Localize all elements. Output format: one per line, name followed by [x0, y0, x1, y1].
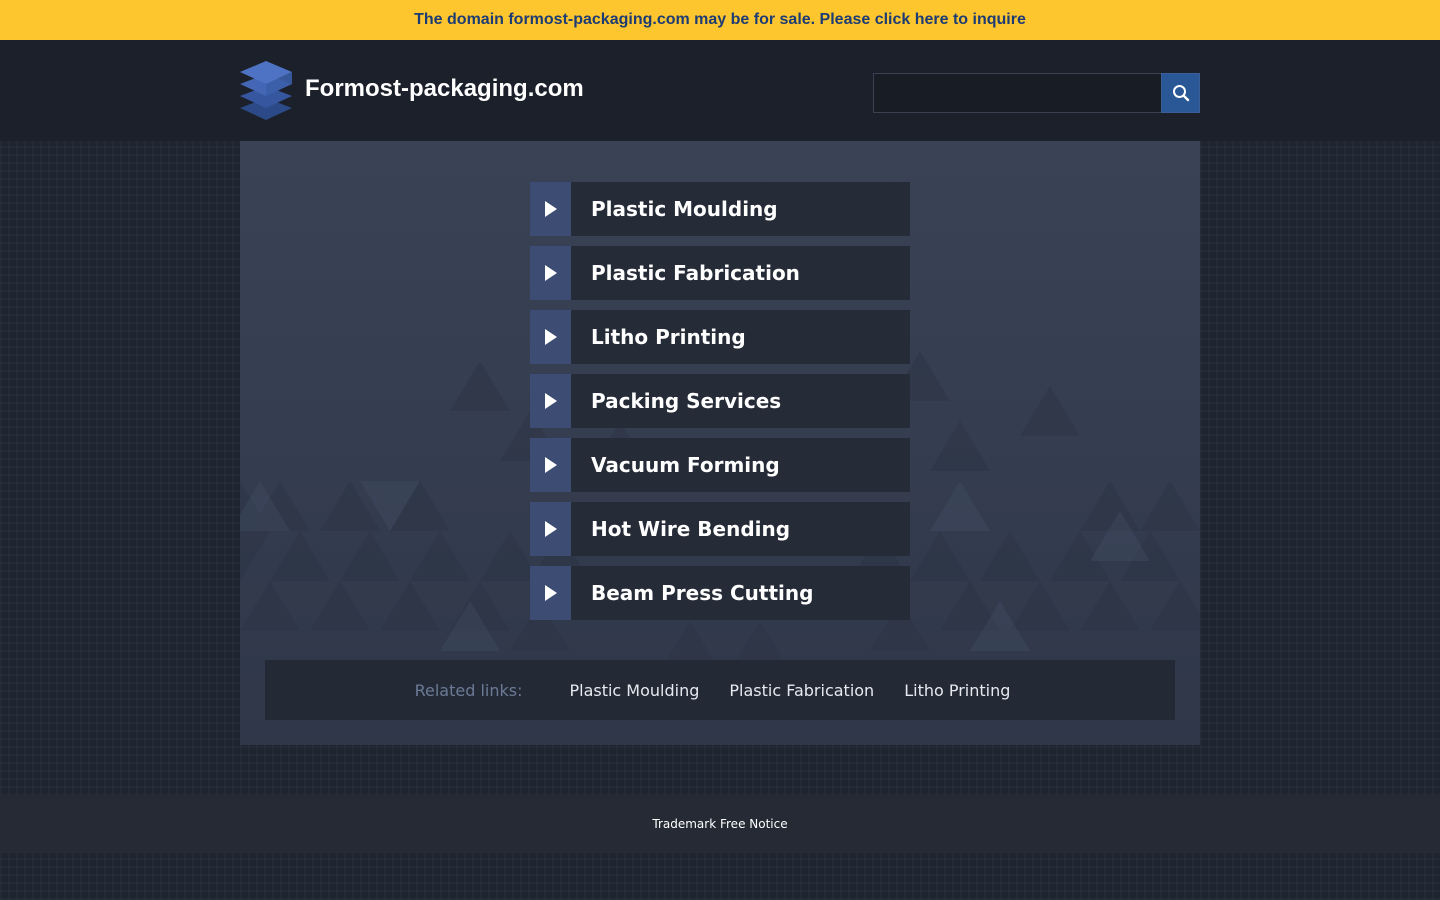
link-list: Plastic Moulding Plastic Fabrication Lit…	[530, 182, 910, 630]
link-item-packing-services[interactable]: Packing Services	[530, 374, 910, 428]
site-name[interactable]: Formost-packaging.com	[305, 75, 584, 103]
arrow-box	[530, 182, 571, 236]
link-label[interactable]: Beam Press Cutting	[571, 566, 910, 620]
sale-banner[interactable]: The domain formost-packaging.com may be …	[0, 0, 1440, 40]
sale-banner-text[interactable]: The domain formost-packaging.com may be …	[414, 11, 1026, 29]
link-label[interactable]: Plastic Moulding	[571, 182, 910, 236]
link-item-hot-wire-bending[interactable]: Hot Wire Bending	[530, 502, 910, 556]
arrow-box	[530, 502, 571, 556]
link-item-plastic-fabrication[interactable]: Plastic Fabrication	[530, 246, 910, 300]
play-triangle-icon	[544, 585, 557, 601]
main-panel: Plastic Moulding Plastic Fabrication Lit…	[240, 141, 1200, 745]
play-triangle-icon	[544, 201, 557, 217]
play-triangle-icon	[544, 329, 557, 345]
arrow-box	[530, 246, 571, 300]
play-triangle-icon	[544, 521, 557, 537]
play-triangle-icon	[544, 457, 557, 473]
related-link-litho-printing[interactable]: Litho Printing	[904, 681, 1010, 700]
footer: Trademark Free Notice	[0, 795, 1440, 853]
related-links-bar: Related links: Plastic Moulding Plastic …	[265, 660, 1175, 720]
link-label[interactable]: Plastic Fabrication	[571, 246, 910, 300]
link-item-vacuum-forming[interactable]: Vacuum Forming	[530, 438, 910, 492]
search-icon	[1172, 85, 1189, 102]
play-triangle-icon	[544, 265, 557, 281]
site-header: Formost-packaging.com	[0, 40, 1440, 141]
trademark-notice-link[interactable]: Trademark Free Notice	[652, 817, 787, 831]
link-item-beam-press-cutting[interactable]: Beam Press Cutting	[530, 566, 910, 620]
link-item-litho-printing[interactable]: Litho Printing	[530, 310, 910, 364]
link-label[interactable]: Litho Printing	[571, 310, 910, 364]
link-label[interactable]: Vacuum Forming	[571, 438, 910, 492]
stacked-layers-icon[interactable]	[238, 60, 294, 122]
related-link-plastic-moulding[interactable]: Plastic Moulding	[569, 681, 699, 700]
link-item-plastic-moulding[interactable]: Plastic Moulding	[530, 182, 910, 236]
arrow-box	[530, 566, 571, 620]
arrow-box	[530, 438, 571, 492]
related-link-plastic-fabrication[interactable]: Plastic Fabrication	[729, 681, 874, 700]
arrow-box	[530, 374, 571, 428]
search-input[interactable]	[873, 73, 1161, 113]
play-triangle-icon	[544, 393, 557, 409]
arrow-box	[530, 310, 571, 364]
search-button[interactable]	[1161, 73, 1200, 113]
related-links-label: Related links:	[414, 680, 523, 700]
link-label[interactable]: Packing Services	[571, 374, 910, 428]
link-label[interactable]: Hot Wire Bending	[571, 502, 910, 556]
